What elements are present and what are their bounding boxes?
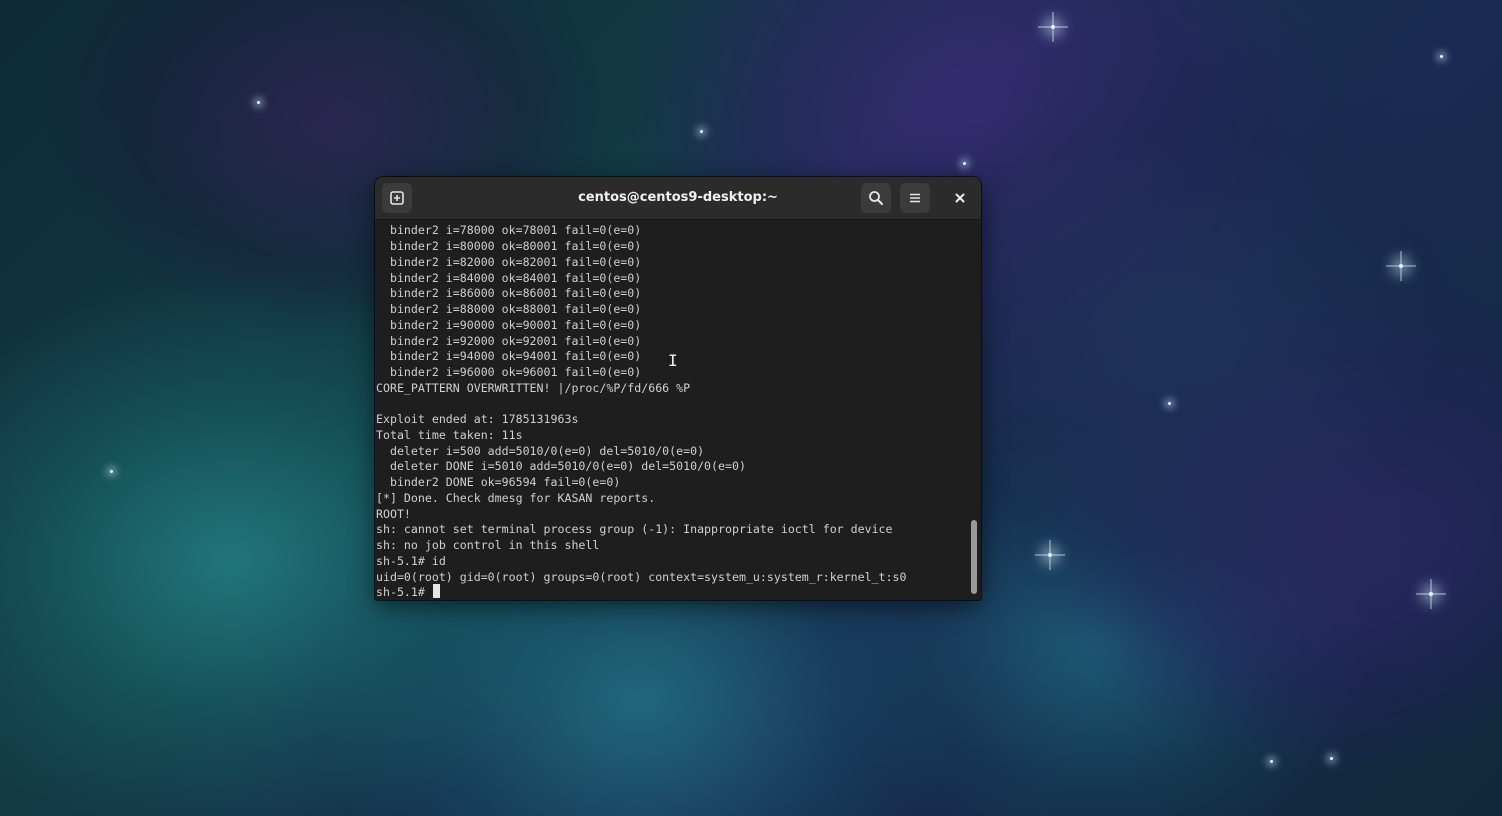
wallpaper-star xyxy=(700,130,703,133)
wallpaper-star xyxy=(1440,55,1443,58)
terminal-line: binder2 i=82000 ok=82001 fail=0(e=0) xyxy=(376,255,642,269)
search-icon xyxy=(869,191,883,205)
terminal-line: Exploit ended at: 1785131963s xyxy=(376,412,579,426)
new-tab-icon xyxy=(390,191,404,205)
terminal-line: uid=0(root) gid=0(root) groups=0(root) c… xyxy=(376,570,907,584)
terminal-line: binder2 i=86000 ok=86001 fail=0(e=0) xyxy=(376,286,642,300)
terminal-line: sh-5.1# id xyxy=(376,554,446,568)
terminal-prompt-line[interactable]: sh-5.1# xyxy=(376,584,440,600)
wallpaper-star xyxy=(1330,757,1333,760)
terminal-line: binder2 i=80000 ok=80001 fail=0(e=0) xyxy=(376,239,642,253)
wallpaper-star xyxy=(110,470,113,473)
wallpaper-star xyxy=(963,162,966,165)
shell-prompt: sh-5.1# xyxy=(376,585,432,599)
scrollbar-thumb[interactable] xyxy=(971,520,977,594)
ibeam-cursor-icon: I xyxy=(668,351,678,370)
hamburger-menu-icon xyxy=(910,193,920,203)
wallpaper-star xyxy=(1051,25,1055,29)
terminal-line: deleter i=500 add=5010/0(e=0) del=5010/0… xyxy=(376,444,705,458)
close-icon xyxy=(955,193,965,203)
new-tab-button[interactable] xyxy=(382,183,412,213)
terminal-line: binder2 i=92000 ok=92001 fail=0(e=0) xyxy=(376,334,642,348)
terminal-line: binder2 i=94000 ok=94001 fail=0(e=0) xyxy=(376,349,642,363)
terminal-line: binder2 i=84000 ok=84001 fail=0(e=0) xyxy=(376,271,642,285)
titlebar[interactable]: centos@centos9-desktop:~ xyxy=(375,177,981,220)
terminal-line: binder2 i=90000 ok=90001 fail=0(e=0) xyxy=(376,318,642,332)
wallpaper-star xyxy=(1429,592,1433,596)
terminal-line: sh: cannot set terminal process group (-… xyxy=(376,522,893,536)
terminal-line: sh: no job control in this shell xyxy=(376,538,600,552)
text-cursor xyxy=(432,584,440,598)
terminal-line: ROOT! xyxy=(376,507,411,521)
menu-button[interactable] xyxy=(900,183,930,213)
terminal-line: binder2 i=78000 ok=78001 fail=0(e=0) xyxy=(376,223,642,237)
wallpaper-star xyxy=(1168,402,1171,405)
scrollbar[interactable] xyxy=(967,220,981,600)
terminal-output[interactable]: binder2 i=78000 ok=78001 fail=0(e=0) bin… xyxy=(375,220,967,600)
terminal-line: [*] Done. Check dmesg for KASAN reports. xyxy=(376,491,656,505)
close-button[interactable] xyxy=(945,183,975,213)
terminal-window[interactable]: centos@centos9-desktop:~ binder2 i=78000… xyxy=(375,177,981,600)
terminal-line: binder2 DONE ok=96594 fail=0(e=0) xyxy=(376,475,621,489)
wallpaper-star xyxy=(257,101,260,104)
terminal-line: CORE_PATTERN OVERWRITTEN! |/proc/%P/fd/6… xyxy=(376,381,691,395)
wallpaper-star xyxy=(1270,760,1273,763)
wallpaper-star xyxy=(1399,264,1403,268)
terminal-line: deleter DONE i=5010 add=5010/0(e=0) del=… xyxy=(376,459,746,473)
terminal-line: binder2 i=96000 ok=96001 fail=0(e=0) xyxy=(376,365,642,379)
wallpaper-star xyxy=(1048,553,1052,557)
terminal-line: Total time taken: 11s xyxy=(376,428,523,442)
search-button[interactable] xyxy=(861,183,891,213)
terminal-line: binder2 i=88000 ok=88001 fail=0(e=0) xyxy=(376,302,642,316)
